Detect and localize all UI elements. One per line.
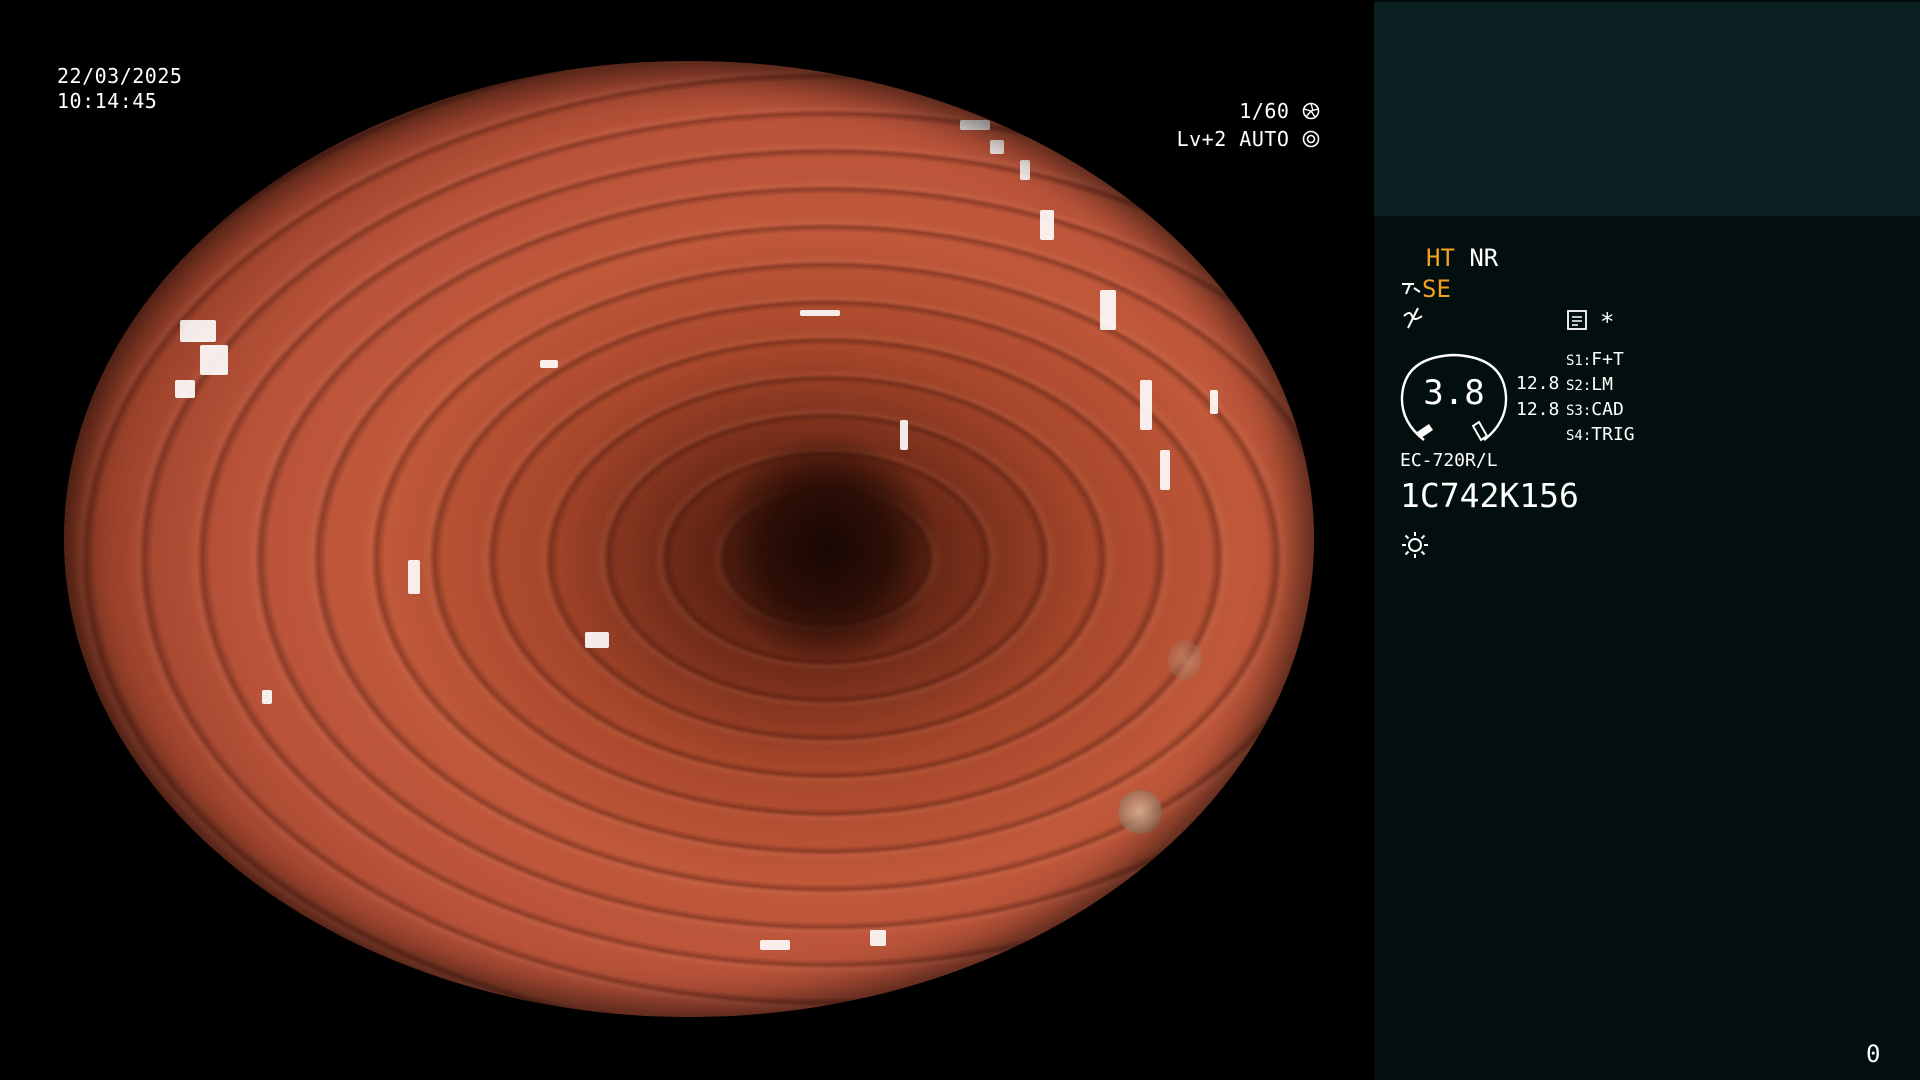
switch-s4: S4:TRIG <box>1566 424 1635 445</box>
panel-header-area <box>1374 2 1920 216</box>
ht-indicator: HT <box>1426 244 1455 272</box>
scope-model: EC-720R/L <box>1400 450 1498 471</box>
switch-s3: S3:CAD <box>1566 399 1624 420</box>
water-jet-icon <box>1402 283 1421 295</box>
switch-id: S3 <box>1566 403 1583 419</box>
filter-icon <box>1403 307 1423 329</box>
shutter-value: 1/60 <box>1239 99 1290 123</box>
mask-top <box>0 0 1374 61</box>
star-indicator: * <box>1600 308 1615 336</box>
iris-icon <box>1302 130 1320 148</box>
iris-readout: Lv+2 AUTO <box>1114 127 1320 152</box>
gauge-value: 3.8 <box>1423 373 1485 413</box>
switch-s1: S1:F+T <box>1566 349 1624 370</box>
scope-serial: 1C742K156 <box>1400 476 1579 515</box>
lumen-vignette <box>64 61 1314 1017</box>
switch-label: LM <box>1591 374 1613 395</box>
switch-id: S4 <box>1566 428 1583 444</box>
switch-label: CAD <box>1591 399 1624 420</box>
iris-value: Lv+2 AUTO <box>1176 127 1290 151</box>
nr-indicator: NR <box>1469 244 1499 272</box>
sun-icon <box>1402 532 1428 558</box>
date: 22/03/2025 <box>57 64 183 88</box>
record-icon <box>1567 310 1587 330</box>
aperture-icon <box>1302 102 1320 120</box>
info-panel: HT NR SE * 3.8 12.8 12.8 S1:F+T S2:LM S3… <box>1374 0 1920 1080</box>
time: 10:14:45 <box>57 89 158 113</box>
se-indicator: SE <box>1422 275 1451 303</box>
endoscope-view: 22/03/2025 10:14:45 1/60 Lv+2 AUTO <box>0 0 1374 1080</box>
switch-label: TRIG <box>1591 424 1635 445</box>
shutter-readout: 1/60 <box>1114 99 1320 124</box>
switch-id: S2 <box>1566 378 1583 394</box>
switch-label: F+T <box>1591 349 1624 370</box>
gauge-right-top: 12.8 <box>1516 373 1560 394</box>
se-row: SE <box>1400 275 1451 303</box>
ht-nr-row: HT NR <box>1426 244 1498 272</box>
page-number: 0 <box>1866 1040 1881 1068</box>
switch-s2: S2:LM <box>1566 374 1613 395</box>
date-time: 22/03/2025 10:14:45 <box>57 64 182 114</box>
switch-id: S1 <box>1566 353 1583 369</box>
gauge-right-bottom: 12.8 <box>1516 399 1560 420</box>
mask-bottom <box>0 1017 1374 1080</box>
